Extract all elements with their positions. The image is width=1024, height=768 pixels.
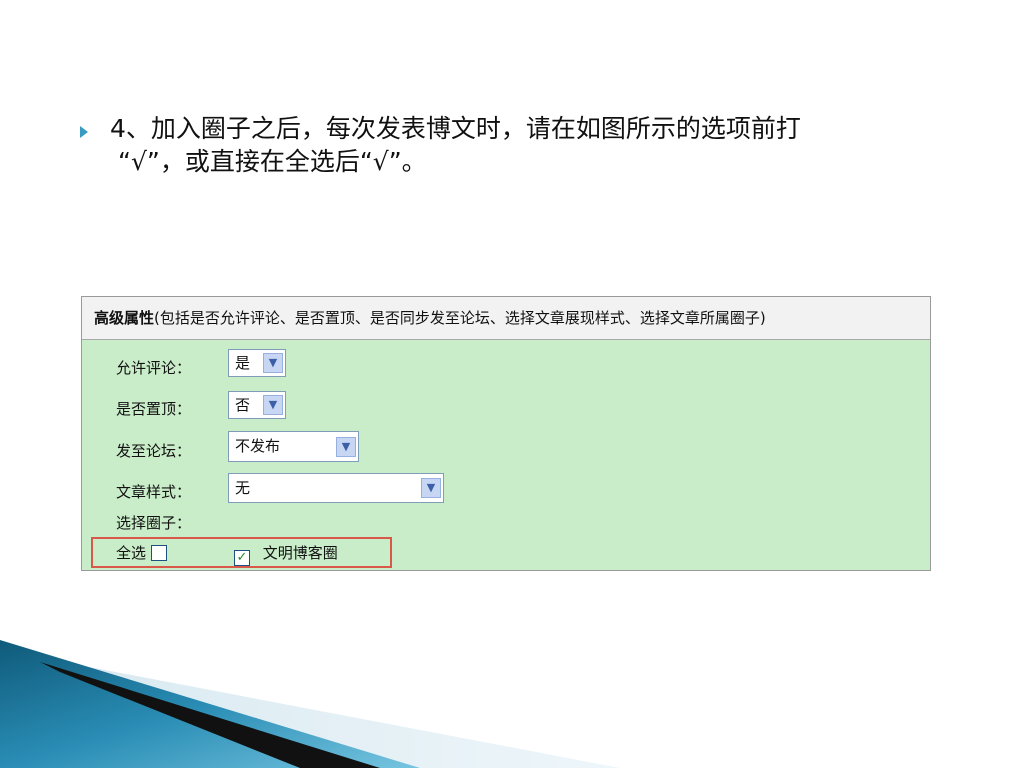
chevron-down-icon[interactable]: ▼ bbox=[336, 437, 356, 457]
pin-top-row: 是否置顶： bbox=[116, 398, 191, 419]
forum-label: 发至论坛： bbox=[116, 442, 192, 460]
select-all-label: 全选 bbox=[116, 544, 147, 562]
advanced-properties-panel: 高级属性(包括是否允许评论、是否置顶、是否同步发至论坛、选择文章展现样式、选择文… bbox=[81, 296, 931, 571]
circle-option[interactable]: ✓ 文明博客圈 bbox=[234, 542, 338, 566]
panel-header: 高级属性(包括是否允许评论、是否置顶、是否同步发至论坛、选择文章展现样式、选择文… bbox=[82, 297, 930, 340]
pin-top-select[interactable]: 否 ▼ bbox=[228, 391, 286, 419]
circle-row: 选择圈子： bbox=[116, 512, 191, 533]
allow-comment-value: 是 bbox=[235, 354, 251, 372]
forum-value: 不发布 bbox=[235, 437, 281, 455]
instruction-line-1: 4、加入圈子之后，每次发表博文时，请在如图所示的选项前打 bbox=[110, 114, 801, 143]
style-label: 文章样式： bbox=[116, 483, 192, 501]
panel-header-description: (包括是否允许评论、是否置顶、是否同步发至论坛、选择文章展现样式、选择文章所属圈… bbox=[154, 309, 766, 327]
style-value: 无 bbox=[235, 479, 251, 497]
panel-header-title: 高级属性 bbox=[94, 309, 155, 327]
forum-row: 发至论坛： bbox=[116, 440, 191, 461]
chevron-down-icon[interactable]: ▼ bbox=[263, 353, 283, 373]
allow-comment-row: 允许评论： bbox=[116, 357, 191, 378]
pin-top-label: 是否置顶： bbox=[116, 400, 192, 418]
select-all-checkbox[interactable] bbox=[150, 545, 167, 561]
allow-comment-label: 允许评论： bbox=[116, 359, 192, 377]
allow-comment-select[interactable]: 是 ▼ bbox=[228, 349, 286, 377]
instruction-text: 4、加入圈子之后，每次发表博文时，请在如图所示的选项前打 “√”，或直接在全选后… bbox=[110, 112, 910, 178]
style-row: 文章样式： bbox=[116, 481, 191, 502]
chevron-down-icon[interactable]: ▼ bbox=[263, 395, 283, 415]
forum-select[interactable]: 不发布 ▼ bbox=[228, 431, 359, 462]
chevron-down-icon[interactable]: ▼ bbox=[421, 478, 441, 498]
instruction-line-2: “√”，或直接在全选后“√”。 bbox=[118, 147, 427, 176]
pin-top-value: 否 bbox=[235, 396, 251, 414]
bullet-icon bbox=[80, 126, 88, 138]
style-select[interactable]: 无 ▼ bbox=[228, 473, 444, 503]
circle-label: 选择圈子： bbox=[116, 514, 192, 532]
check-icon: ✓ bbox=[236, 550, 248, 565]
decorative-swoosh bbox=[0, 640, 620, 768]
circle-name: 文明博客圈 bbox=[262, 544, 338, 562]
select-all-option[interactable]: 全选 bbox=[116, 542, 167, 563]
circle-checkbox[interactable]: ✓ bbox=[234, 550, 250, 566]
